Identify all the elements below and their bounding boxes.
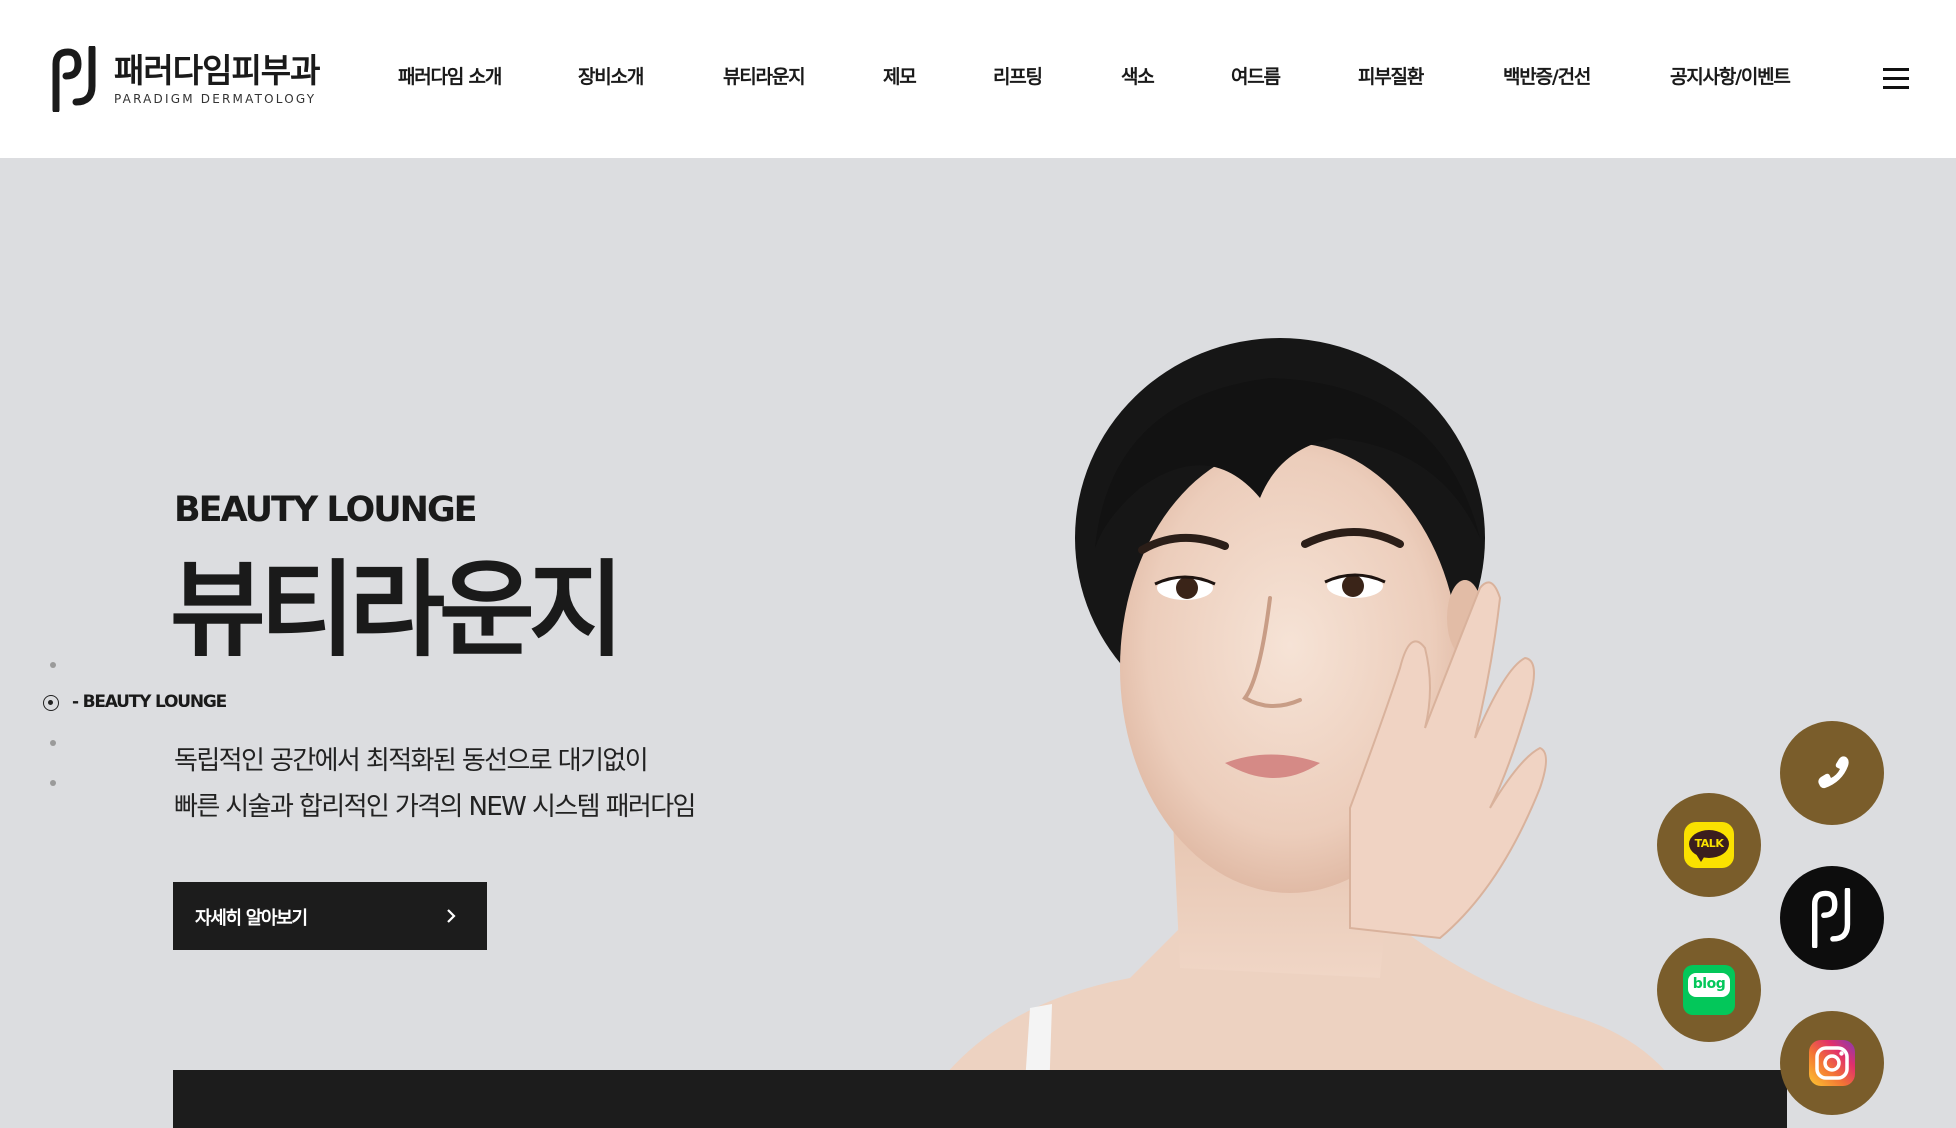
phone-icon: [1818, 756, 1849, 789]
site-header: 패러다임피부과 PARADIGM DERMATOLOGY 패러다임 소개 장비소…: [0, 0, 1956, 158]
model-portrait-image: [910, 338, 1700, 1128]
hero-description-line: 독립적인 공간에서 최적화된 동선으로 대기없이: [174, 746, 649, 776]
kakao-talk-icon: TALK: [1684, 822, 1734, 868]
nav-item-about[interactable]: 패러다임 소개: [398, 62, 502, 89]
learn-more-label: 자세히 알아보기: [195, 908, 308, 929]
pagination-dot[interactable]: [50, 662, 56, 668]
kakao-talk-button[interactable]: TALK: [1657, 793, 1761, 897]
bottom-panel: [173, 1070, 1787, 1128]
kakao-talk-label: TALK: [1694, 837, 1724, 850]
main-nav: 패러다임 소개 장비소개 뷰티라운지 제모 리프팅 색소 여드름 피부질환 백반…: [0, 62, 1956, 92]
nav-item-equipment[interactable]: 장비소개: [578, 62, 644, 89]
naver-blog-icon: blog: [1683, 965, 1735, 1015]
paradigm-home-button[interactable]: [1780, 866, 1884, 970]
instagram-icon: [1809, 1040, 1855, 1086]
naver-blog-label: blog: [1692, 976, 1726, 992]
pagination-dot[interactable]: [50, 780, 56, 786]
hero-subtitle: BEAUTY LOUNGE: [174, 490, 478, 530]
hero-description-line: 빠른 시술과 합리적인 가격의 NEW 시스템 패러다임: [174, 792, 696, 822]
pagination-dot-active[interactable]: [43, 695, 59, 711]
chevron-right-icon: [447, 909, 456, 923]
pagination-active-label: - BEAUTY LOUNGE: [72, 692, 227, 712]
hamburger-icon[interactable]: [1883, 68, 1909, 90]
nav-item-hair-removal[interactable]: 제모: [883, 62, 917, 89]
paradigm-logo-icon: [1812, 888, 1851, 948]
instagram-button[interactable]: [1780, 1011, 1884, 1115]
nav-item-beauty-lounge[interactable]: 뷰티라운지: [723, 62, 806, 89]
nav-item-vitiligo[interactable]: 백반증/건선: [1503, 62, 1591, 89]
nav-item-acne[interactable]: 여드름: [1231, 62, 1281, 89]
nav-item-lifting[interactable]: 리프팅: [993, 62, 1043, 89]
naver-blog-button[interactable]: blog: [1657, 938, 1761, 1042]
hero-title: 뷰티라운지: [170, 549, 624, 671]
hero-description: 독립적인 공간에서 최적화된 동선으로 대기없이 빠른 시술과 합리적인 가격의…: [174, 738, 696, 830]
learn-more-button[interactable]: 자세히 알아보기: [173, 882, 487, 950]
pagination-dot[interactable]: [50, 740, 56, 746]
nav-item-notice-event[interactable]: 공지사항/이벤트: [1670, 62, 1791, 89]
nav-item-pigment[interactable]: 색소: [1121, 62, 1155, 89]
phone-button[interactable]: [1780, 721, 1884, 825]
nav-item-skin-disease[interactable]: 피부질환: [1358, 62, 1424, 89]
logo-name-en: PARADIGM DERMATOLOGY: [114, 92, 317, 106]
